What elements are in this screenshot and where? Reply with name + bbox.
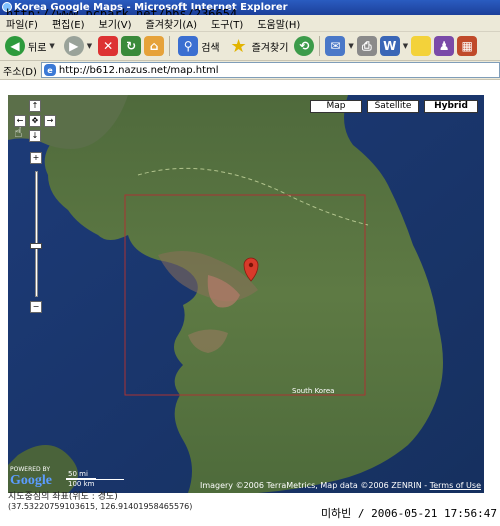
menu-bar: 파일(F) 편집(E) 보기(V) 즐겨찾기(A) 도구(T) 도움말(H) xyxy=(0,15,500,32)
map-credit: Imagery ©2006 TerraMetrics, Map data ©20… xyxy=(200,481,481,490)
menu-favorites[interactable]: 즐겨찾기(A) xyxy=(146,16,197,31)
home-icon[interactable]: ⌂ xyxy=(144,36,165,56)
coords-value: (37.53220759103615, 126.91401958465576) xyxy=(8,502,193,511)
pan-center-icon[interactable]: ✥ xyxy=(29,115,41,127)
zoom-out-icon[interactable]: − xyxy=(30,301,42,313)
google-logo[interactable]: POWERED BY Google xyxy=(10,466,52,489)
messenger-icon[interactable]: ♟ xyxy=(434,36,455,56)
print-icon[interactable]: ⎙ xyxy=(356,36,377,56)
pan-up-icon[interactable]: ↑ xyxy=(29,100,41,112)
toolbar-separator xyxy=(169,36,171,56)
back-label: 뒤로 xyxy=(28,42,47,54)
menu-tools[interactable]: 도구(T) xyxy=(211,16,243,31)
coords-label: 지도중심의 좌표(위도 : 경도) xyxy=(8,492,118,502)
pan-right-icon[interactable]: → xyxy=(44,115,56,127)
research-icon[interactable]: ▦ xyxy=(457,36,478,56)
maptype-satellite-button[interactable]: Satellite xyxy=(367,100,419,113)
back-dropdown-icon[interactable]: ▼ xyxy=(49,42,54,50)
address-input[interactable]: e http://b612.nazus.net/map.html xyxy=(40,62,500,78)
terms-of-use-link[interactable]: Terms of Use xyxy=(430,481,481,490)
scale-km-label: 100 km xyxy=(68,480,95,488)
history-icon[interactable]: ⟲ xyxy=(294,36,315,56)
search-label: 검색 xyxy=(201,42,220,54)
zoom-slider[interactable] xyxy=(35,171,38,297)
zoom-slider-thumb[interactable] xyxy=(30,243,42,249)
discuss-icon[interactable] xyxy=(411,36,432,56)
toolbar-separator xyxy=(319,36,321,56)
toolbar: ◀ 뒤로 ▼ ▶ ▼ ✕ ↻ ⌂ ⚲ 검색 ★ 즐겨찾기 ⟲ ✉ ▼ ⎙ W ▼… xyxy=(0,32,500,61)
hand-cursor-icon: ☝ xyxy=(14,125,23,141)
back-button[interactable]: ◀ 뒤로 ▼ xyxy=(2,34,58,58)
address-url: http://b612.nazus.net/map.html xyxy=(58,64,219,76)
forward-arrow-icon: ▶ xyxy=(63,36,84,56)
zoom-in-icon[interactable]: + xyxy=(30,152,42,164)
search-icon: ⚲ xyxy=(178,36,199,56)
forward-dropdown-icon[interactable]: ▼ xyxy=(87,42,92,50)
edit-dropdown-icon[interactable]: ▼ xyxy=(403,42,408,50)
map-credit-text: Imagery ©2006 TerraMetrics, Map data ©20… xyxy=(199,481,430,490)
maptype-hybrid-button[interactable]: Hybrid xyxy=(424,100,478,113)
maptype-map-button[interactable]: Map xyxy=(310,100,362,113)
favorites-button[interactable]: ★ 즐겨찾기 xyxy=(226,34,292,58)
edit-icon[interactable]: W xyxy=(379,36,400,56)
page-icon: e xyxy=(43,64,56,76)
map-scale: 50 mi 100 km xyxy=(66,470,126,488)
menu-edit[interactable]: 편집(E) xyxy=(52,16,85,31)
place-label: South Korea xyxy=(292,387,335,395)
menu-view[interactable]: 보기(V) xyxy=(99,16,132,31)
logo-powered-text: POWERED BY xyxy=(10,466,51,473)
satellite-imagery xyxy=(8,95,484,493)
refresh-icon[interactable]: ↻ xyxy=(121,36,142,56)
forward-button[interactable]: ▶ ▼ xyxy=(61,34,95,58)
pan-down-icon[interactable]: ↓ xyxy=(29,130,41,142)
address-bar: 주소(D) e http://b612.nazus.net/map.html xyxy=(0,61,500,80)
favorites-label: 즐겨찾기 xyxy=(251,42,289,54)
stop-icon[interactable]: ✕ xyxy=(98,36,119,56)
capture-stamp: 미하빈 / 2006-05-21 17:56:47 xyxy=(320,507,497,520)
scale-mi-label: 50 mi xyxy=(68,470,88,478)
mail-icon[interactable]: ✉ xyxy=(325,36,346,56)
mail-dropdown-icon[interactable]: ▼ xyxy=(348,42,353,50)
google-map[interactable]: Map Satellite Hybrid ↑ ← ✥ → ↓ ☝ + − Sou… xyxy=(8,95,484,493)
back-arrow-icon: ◀ xyxy=(5,36,25,56)
logo-google-text: Google xyxy=(10,473,52,488)
menu-file[interactable]: 파일(F) xyxy=(6,16,38,31)
search-button[interactable]: ⚲ 검색 xyxy=(175,34,222,58)
page-content: Map Satellite Hybrid ↑ ← ✥ → ↓ ☝ + − Sou… xyxy=(0,80,500,526)
menu-help[interactable]: 도움말(H) xyxy=(257,16,300,31)
star-icon: ★ xyxy=(230,35,247,57)
address-label: 주소(D) xyxy=(3,66,37,78)
